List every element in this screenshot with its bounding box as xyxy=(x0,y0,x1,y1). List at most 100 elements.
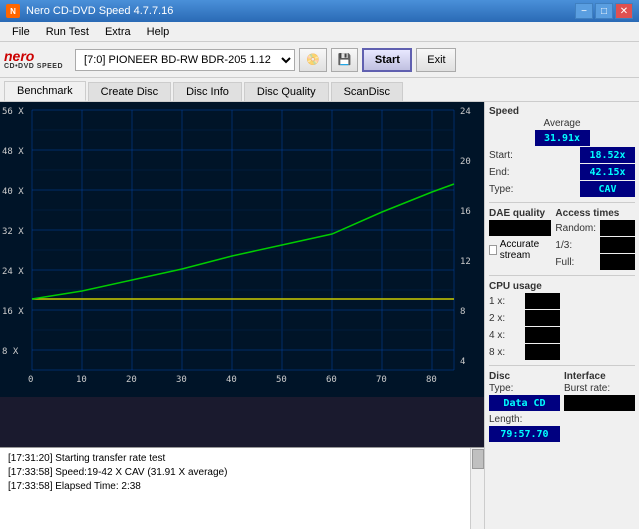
app-title: Nero CD-DVD Speed 4.7.7.16 xyxy=(26,5,173,17)
save-button[interactable]: 💾 xyxy=(331,48,359,72)
log-text-2: Speed:19-42 X CAV (31.91 X average) xyxy=(55,467,227,478)
dae-col: DAE quality Accurate stream xyxy=(489,208,551,270)
drive-dropdown[interactable]: [7:0] PIONEER BD-RW BDR-205 1.12 xyxy=(75,49,295,71)
start-label: Start: xyxy=(489,150,513,161)
menu-bar: File Run Test Extra Help xyxy=(0,22,639,42)
accurate-stream-checkbox[interactable] xyxy=(489,245,497,255)
log-entries: [17:31:20] Starting transfer rate test [… xyxy=(4,450,480,527)
log-text-1: Starting transfer rate test xyxy=(55,453,165,464)
svg-text:40 X: 40 X xyxy=(2,187,24,197)
start-value: 18.52x xyxy=(580,147,635,163)
type-row: Type: CAV xyxy=(489,181,635,197)
log-entry-2: [17:33:58] Speed:19-42 X CAV (31.91 X av… xyxy=(8,466,476,480)
access-col: Access times Random: 1/3: Full: xyxy=(555,208,635,270)
cpu-8x-label: 8 x: xyxy=(489,347,505,358)
svg-text:24: 24 xyxy=(460,107,471,117)
log-time-2: [17:33:58] xyxy=(8,467,52,478)
disc-type-value: Data CD xyxy=(489,395,560,411)
cpu-2x-row: 2 x: xyxy=(489,310,560,326)
minimize-button[interactable]: − xyxy=(575,3,593,19)
maximize-button[interactable]: □ xyxy=(595,3,613,19)
svg-text:50: 50 xyxy=(276,375,287,385)
third-label: 1/3: xyxy=(555,240,572,251)
exit-button[interactable]: Exit xyxy=(416,48,456,72)
cpu-4x-label: 4 x: xyxy=(489,330,505,341)
log-time-3: [17:33:58] xyxy=(8,481,52,492)
svg-text:80: 80 xyxy=(426,375,437,385)
divider-1 xyxy=(489,202,635,203)
chart-area: 56 X 48 X 40 X 32 X 24 X 16 X 8 X 24 20 … xyxy=(0,102,484,447)
svg-text:20: 20 xyxy=(126,375,137,385)
cpu-4x-row: 4 x: xyxy=(489,327,560,343)
tabs: Benchmark Create Disc Disc Info Disc Qua… xyxy=(0,78,639,102)
title-bar-controls: − □ ✕ xyxy=(575,3,633,19)
random-label: Random: xyxy=(555,223,596,234)
empty-col xyxy=(564,281,635,360)
burst-row: Burst rate: xyxy=(564,383,635,394)
start-button[interactable]: Start xyxy=(362,48,412,72)
menu-file[interactable]: File xyxy=(4,24,38,40)
type-label: Type: xyxy=(489,184,513,195)
log-scrollbar[interactable] xyxy=(470,448,484,529)
title-bar: N Nero CD-DVD Speed 4.7.7.16 − □ ✕ xyxy=(0,0,639,22)
svg-text:60: 60 xyxy=(326,375,337,385)
disc-interface-section: Disc Type: Data CD Length: 79:57.70 Inte… xyxy=(489,371,635,442)
eject-button[interactable]: 📀 xyxy=(299,48,327,72)
log-area: [17:31:20] Starting transfer rate test [… xyxy=(0,447,484,529)
svg-text:56 X: 56 X xyxy=(2,107,24,117)
menu-extra[interactable]: Extra xyxy=(97,24,139,40)
type-value: CAV xyxy=(580,181,635,197)
dae-title: DAE quality xyxy=(489,208,551,219)
cpu-1x-value xyxy=(525,293,560,309)
title-bar-left: N Nero CD-DVD Speed 4.7.7.16 xyxy=(6,4,173,18)
right-panel: Speed Average 31.91x Start: 18.52x End: … xyxy=(484,102,639,529)
svg-text:70: 70 xyxy=(376,375,387,385)
tab-scandisc[interactable]: ScanDisc xyxy=(331,82,403,101)
main-content: 56 X 48 X 40 X 32 X 24 X 16 X 8 X 24 20 … xyxy=(0,102,639,529)
burst-label: Burst rate: xyxy=(564,383,610,394)
accurate-stream-label: Accurate stream xyxy=(500,239,552,261)
interface-title: Interface xyxy=(564,371,635,382)
random-row: Random: xyxy=(555,220,635,236)
svg-text:4: 4 xyxy=(460,357,465,367)
third-row: 1/3: xyxy=(555,237,635,253)
tab-benchmark[interactable]: Benchmark xyxy=(4,81,86,101)
interface-col: Interface Burst rate: xyxy=(564,371,635,442)
access-title: Access times xyxy=(555,208,635,219)
disc-col: Disc Type: Data CD Length: 79:57.70 xyxy=(489,371,560,442)
nero-text: nero xyxy=(4,49,63,63)
svg-text:10: 10 xyxy=(76,375,87,385)
log-scroll-thumb[interactable] xyxy=(472,449,484,469)
svg-text:40: 40 xyxy=(226,375,237,385)
log-entry-1: [17:31:20] Starting transfer rate test xyxy=(8,452,476,466)
start-row: Start: 18.52x xyxy=(489,147,635,163)
svg-text:24 X: 24 X xyxy=(2,267,24,277)
divider-2 xyxy=(489,275,635,276)
disc-type-row: Type: xyxy=(489,383,560,394)
disc-length-value: 79:57.70 xyxy=(489,426,560,442)
menu-run-test[interactable]: Run Test xyxy=(38,24,97,40)
cpu-2x-label: 2 x: xyxy=(489,313,505,324)
cpu-8x-row: 8 x: xyxy=(489,344,560,360)
log-entry-3: [17:33:58] Elapsed Time: 2:38 xyxy=(8,480,476,494)
svg-text:48 X: 48 X xyxy=(2,147,24,157)
dae-access-section: DAE quality Accurate stream Access times… xyxy=(489,208,635,270)
tab-create-disc[interactable]: Create Disc xyxy=(88,82,171,101)
log-time-1: [17:31:20] xyxy=(8,453,52,464)
tab-disc-quality[interactable]: Disc Quality xyxy=(244,82,329,101)
menu-help[interactable]: Help xyxy=(139,24,178,40)
cpu-4x-value xyxy=(525,327,560,343)
dae-value xyxy=(489,220,551,236)
svg-text:16: 16 xyxy=(460,207,471,217)
random-value xyxy=(600,220,635,236)
svg-text:30: 30 xyxy=(176,375,187,385)
cd-dvd-speed-text: CD•DVD SPEED xyxy=(4,63,63,70)
cpu-title: CPU usage xyxy=(489,281,560,292)
close-button[interactable]: ✕ xyxy=(615,3,633,19)
average-value: 31.91x xyxy=(535,130,590,146)
end-value: 42.15x xyxy=(580,164,635,180)
disc-title: Disc xyxy=(489,371,560,382)
full-row: Full: xyxy=(555,254,635,270)
disc-type-label: Type: xyxy=(489,383,513,394)
tab-disc-info[interactable]: Disc Info xyxy=(173,82,242,101)
